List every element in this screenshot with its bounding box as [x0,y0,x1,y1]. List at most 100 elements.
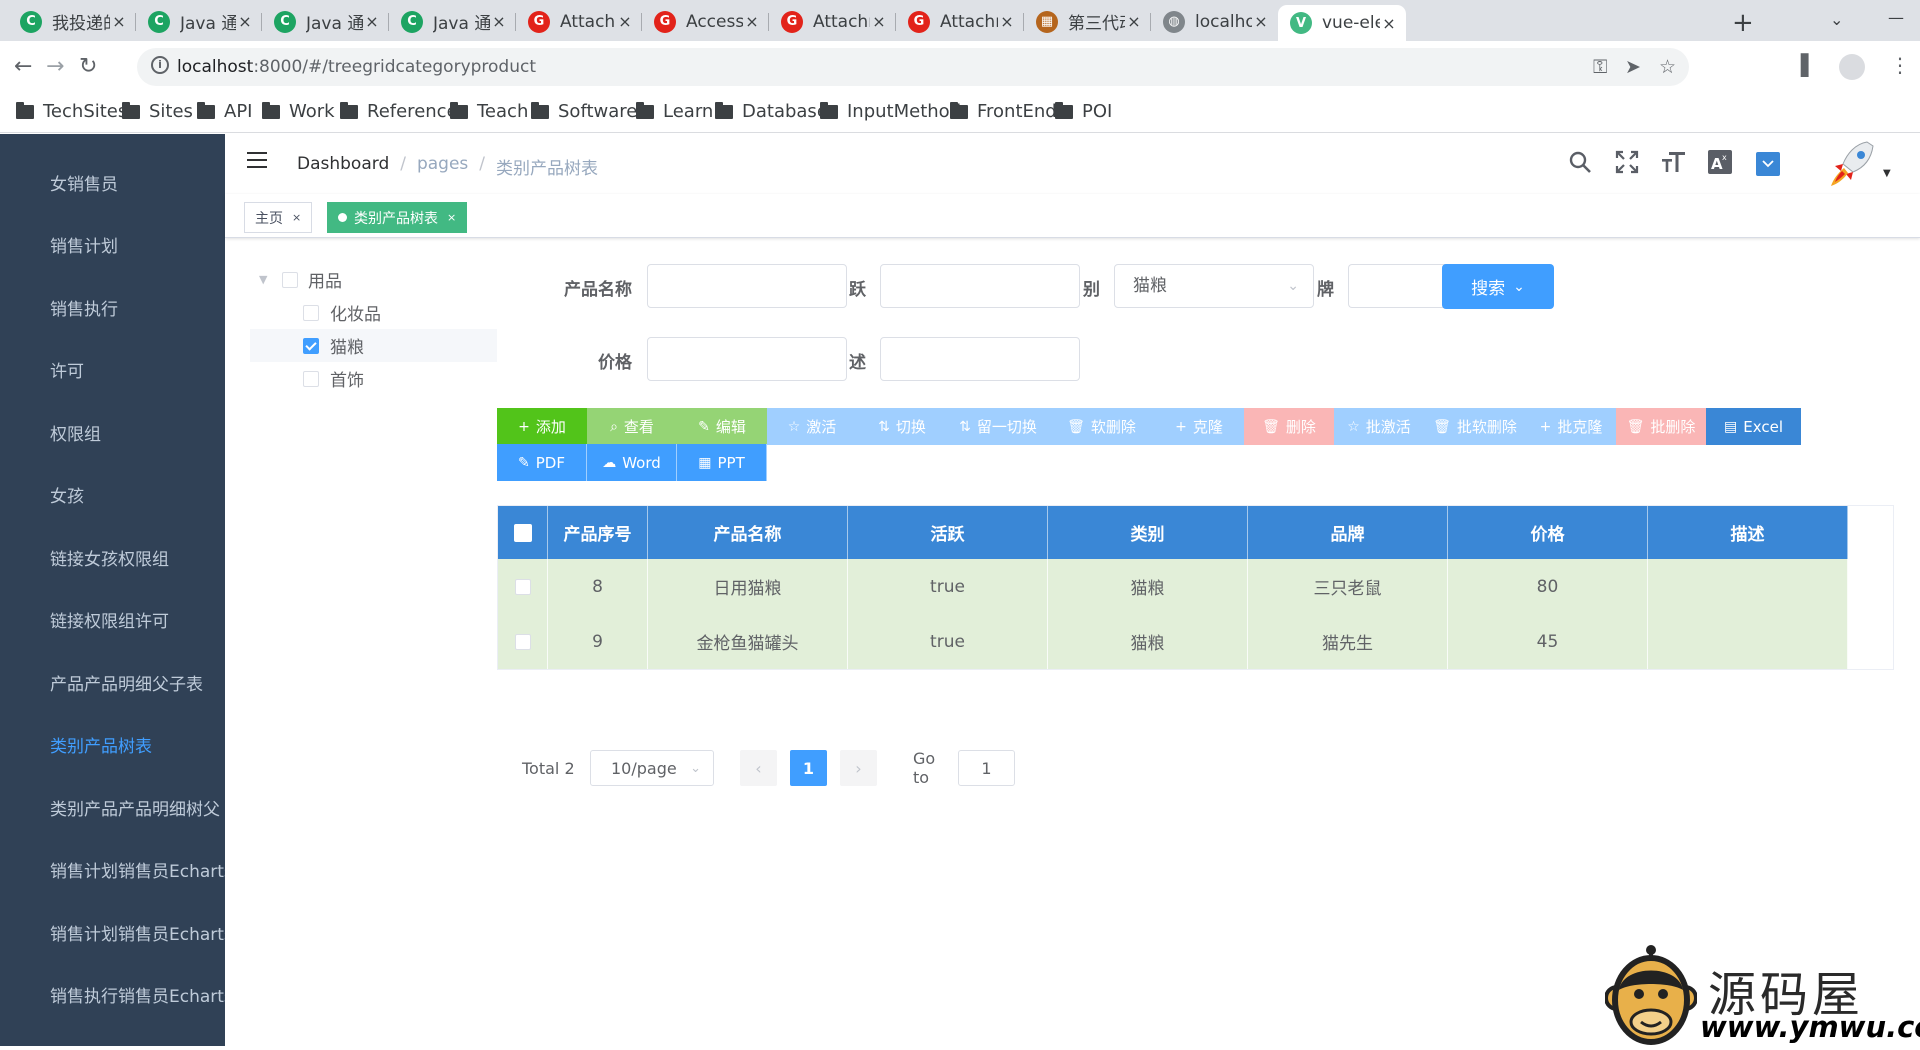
send-icon[interactable]: ➤ [1625,56,1641,78]
tab-close-icon[interactable]: × [616,12,634,31]
prev-page-button[interactable]: ‹ [740,750,777,786]
tab-close-icon[interactable]: × [1380,14,1398,33]
bookmark-folder[interactable]: FrontEnd [950,101,1057,122]
side-panel-icon[interactable]: ▌ [1801,53,1816,77]
tab-close-icon[interactable]: × [363,12,381,31]
sidebar-item[interactable]: 女孩 [50,482,84,507]
fullscreen-icon[interactable] [1615,150,1639,180]
browser-tab[interactable]: C 我投递的× [8,5,136,38]
bookmark-folder[interactable]: Teach [450,101,528,122]
browser-tab[interactable]: ◍ localhost× [1151,5,1278,38]
site-info-icon[interactable]: i [151,56,169,74]
bookmark-folder[interactable]: API [197,101,252,122]
bookmark-folder[interactable]: Reference [340,101,458,122]
sidebar-item[interactable]: 销售执行 [50,295,118,320]
bookmark-folder[interactable]: Work [262,101,335,122]
bookmark-folder[interactable]: InputMethod [820,101,961,122]
action-button[interactable]: + 添加 [497,408,587,445]
bookmark-folder[interactable]: POI [1055,101,1112,122]
bookmark-folder[interactable]: Sites [122,101,193,122]
row-select-cell[interactable] [498,559,548,614]
tab-close-icon[interactable]: × [743,12,761,31]
bookmark-folder[interactable]: Database [715,101,828,122]
export-button[interactable]: ☁ Word [587,444,677,481]
sidebar-item[interactable]: 销售计划销售员Echarts [50,857,225,882]
tree-node-child[interactable]: 猫粮 [250,329,497,362]
tab-search-chevron-icon[interactable]: ⌄ [1830,10,1843,29]
key-icon[interactable]: ⚿ [1593,56,1607,78]
goto-page-input[interactable]: 1 [958,750,1015,786]
breadcrumb-pages[interactable]: pages [417,154,468,179]
table-row[interactable]: 9 金枪鱼猫罐头 true 猫粮 猫先生 45 [498,614,1848,669]
next-page-button[interactable]: › [840,750,877,786]
tree-checkbox[interactable] [303,337,319,354]
brand-input[interactable] [1348,264,1448,308]
price-input[interactable] [647,337,847,381]
action-button[interactable]: + 克隆 [1154,408,1244,445]
column-header[interactable]: 价格 [1448,506,1648,559]
browser-tab[interactable]: Vvue-elem× [1278,5,1406,41]
back-arrow-icon[interactable]: ← [14,54,32,79]
tag-close-icon[interactable]: × [292,211,301,224]
tag-home[interactable]: 主页 × [244,202,313,233]
tab-close-icon[interactable]: × [1125,12,1143,31]
export-button[interactable]: ▦ PPT [677,444,767,481]
tree-node-root[interactable]: ▼ 用品 [250,263,497,296]
category-select[interactable]: 猫粮 ⌄ [1114,264,1314,308]
sidebar-item[interactable]: 销售执行销售员Echarts [50,982,225,1007]
action-button[interactable]: ☆ 激活 [767,408,857,445]
tag-close-icon[interactable]: × [447,211,456,224]
browser-menu-icon[interactable]: ⋮ [1890,53,1910,77]
browser-tab[interactable]: ▦ 第三代动× [1024,5,1151,38]
user-avatar[interactable]: ▼ [1825,138,1891,190]
browser-tab[interactable]: G Access st× [642,5,769,38]
row-select-cell[interactable] [498,614,548,669]
browser-tab[interactable]: C Java 通用× [262,5,389,38]
bookmark-folder[interactable]: Learn [636,101,713,122]
tab-close-icon[interactable]: × [236,12,254,31]
action-button[interactable]: + 批克隆 [1526,408,1616,445]
row-checkbox[interactable] [514,633,531,650]
page-number-current[interactable]: 1 [790,750,827,786]
tab-close-icon[interactable]: × [870,12,888,31]
action-button[interactable]: 🗑 批软删除 [1424,408,1526,445]
column-header[interactable]: 品牌 [1248,506,1448,559]
address-bar[interactable]: i localhost:8000/#/treegridcategoryprodu… [137,48,1689,86]
search-button[interactable]: 搜索 ⌄ [1442,264,1554,309]
tag-category-product-tree[interactable]: 类别产品树表 × [327,202,468,233]
sidebar-item[interactable]: 链接女孩权限组 [50,545,169,570]
active-input[interactable] [880,264,1080,308]
avatar-caret-icon[interactable]: ▼ [1883,168,1891,179]
browser-tab[interactable]: C Java 通用× [136,5,262,38]
action-button[interactable]: ▤ Excel [1706,408,1801,445]
export-button[interactable]: ✎ PDF [497,444,587,481]
tree-node-child[interactable]: 首饰 [250,362,497,395]
sidebar-item[interactable]: 销售计划 [50,232,118,257]
address-url[interactable]: localhost:8000/#/treegridcategoryproduct [177,57,536,77]
window-minimize-icon[interactable]: — [1888,8,1904,27]
tree-node-child[interactable]: 化妆品 [250,296,497,329]
column-header[interactable]: 类别 [1048,506,1248,559]
sidebar-item[interactable]: 类别产品树表 [50,732,152,757]
sidebar-item[interactable]: 类别产品产品明细树父 [50,795,220,820]
bookmark-folder[interactable]: Software [531,101,637,122]
action-button[interactable]: ☆ 批激活 [1334,408,1424,445]
tab-close-icon[interactable]: × [998,12,1016,31]
breadcrumb-dashboard[interactable]: Dashboard [297,154,389,179]
tree-checkbox[interactable] [303,304,319,321]
table-row[interactable]: 8 日用猫粮 true 猫粮 三只老鼠 80 [498,559,1848,614]
bookmark-star-icon[interactable]: ☆ [1659,56,1676,78]
action-button[interactable]: ⇅ 留一切换 [947,408,1049,445]
select-all-checkbox[interactable] [513,523,532,542]
sidebar-item[interactable]: 产品产品明细父子表 [50,670,203,695]
new-tab-button[interactable]: + [1732,8,1754,38]
tree-expand-icon[interactable]: ▼ [259,273,267,286]
hamburger-menu-icon[interactable] [247,152,267,170]
sidebar-item[interactable]: 许可 [50,357,84,382]
translate-icon[interactable]: Ax [1707,149,1733,181]
profile-avatar-icon[interactable] [1839,54,1865,80]
tab-close-icon[interactable]: × [1252,12,1270,31]
description-input[interactable] [880,337,1080,381]
column-header[interactable]: 活跃 [848,506,1048,559]
column-header[interactable]: 产品名称 [648,506,848,559]
